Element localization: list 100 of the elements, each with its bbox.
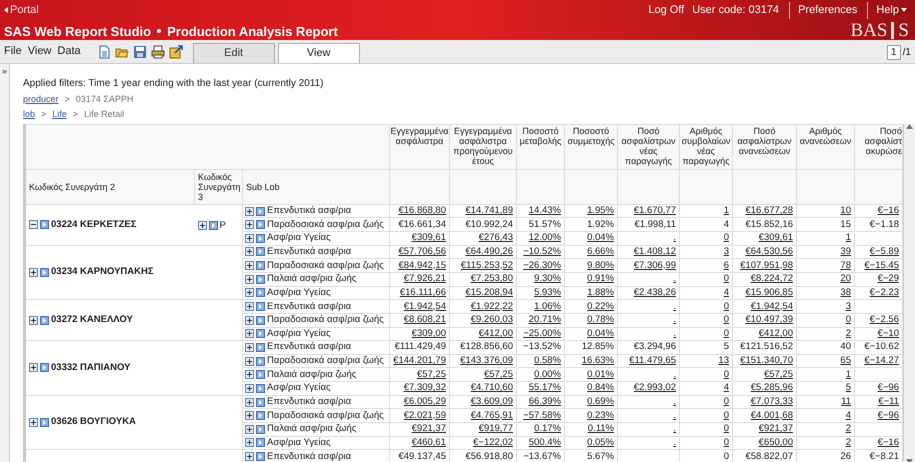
table-cell[interactable]: 6	[724, 260, 729, 271]
menu-item[interactable]: File	[4, 43, 22, 60]
expand-icon[interactable]	[245, 452, 254, 462]
new-document-icon[interactable]	[96, 44, 111, 58]
expand-icon[interactable]	[29, 363, 38, 372]
drill-icon[interactable]	[208, 221, 218, 230]
export-icon[interactable]	[168, 44, 183, 58]
expand-icon[interactable]	[245, 370, 254, 380]
table-cell[interactable]: 0	[724, 314, 729, 326]
table-cell[interactable]: 65	[840, 355, 851, 366]
table-cell[interactable]: 2	[846, 328, 851, 339]
expand-icon[interactable]	[245, 438, 254, 448]
preferences-link[interactable]: Preferences	[789, 2, 862, 18]
breadcrumb-link[interactable]: lob	[23, 108, 36, 122]
drill-icon[interactable]	[256, 261, 265, 270]
tab[interactable]: View	[278, 43, 360, 63]
drill-icon[interactable]	[256, 206, 265, 216]
expand-icon[interactable]	[245, 206, 254, 216]
table-cell[interactable]: 10	[840, 205, 851, 216]
drill-icon[interactable]	[256, 411, 265, 420]
table-cell[interactable]: .	[673, 423, 676, 434]
expand-icon[interactable]	[245, 411, 254, 420]
drill-icon[interactable]	[256, 247, 265, 256]
table-cell[interactable]: .	[673, 396, 676, 408]
table-cell[interactable]: 2	[846, 423, 851, 434]
expand-icon[interactable]	[29, 418, 38, 427]
drill-icon[interactable]	[256, 398, 265, 407]
menu-item[interactable]: Data	[57, 43, 81, 60]
table-cell[interactable]: 4	[724, 382, 729, 394]
table-cell[interactable]: 0	[724, 232, 729, 244]
drill-icon[interactable]	[256, 288, 265, 298]
table-cell[interactable]: 13	[718, 355, 729, 366]
table-cell[interactable]: .	[673, 314, 676, 326]
expand-icon[interactable]	[245, 234, 254, 243]
expand-icon[interactable]	[245, 398, 254, 407]
drill-icon[interactable]	[256, 220, 265, 230]
portal-link[interactable]: Portal	[4, 2, 338, 18]
table-cell[interactable]: 0	[724, 328, 729, 339]
table-cell[interactable]: 20	[840, 273, 851, 284]
drill-icon[interactable]	[256, 316, 265, 325]
table-cell[interactable]: 38	[840, 286, 851, 298]
drill-icon[interactable]	[256, 356, 265, 366]
expand-icon[interactable]	[245, 274, 254, 284]
drill-icon[interactable]	[40, 316, 49, 325]
table-cell[interactable]: 0	[846, 314, 851, 326]
table-cell[interactable]: 1	[846, 368, 851, 380]
scroll-up-icon[interactable]	[906, 124, 913, 129]
table-cell[interactable]: 4	[724, 286, 729, 298]
expand-icon[interactable]	[29, 316, 38, 325]
drill-icon[interactable]	[256, 274, 265, 284]
menu-item[interactable]: View	[28, 43, 52, 60]
drill-icon[interactable]	[40, 268, 49, 277]
drill-icon[interactable]	[256, 452, 265, 462]
expand-icon[interactable]	[245, 261, 254, 270]
table-cell[interactable]: .	[673, 232, 676, 244]
expand-icon[interactable]	[245, 342, 254, 352]
expand-icon[interactable]	[245, 247, 254, 256]
table-cell[interactable]: 1	[846, 232, 851, 244]
table-cell[interactable]: 0	[724, 410, 729, 421]
table-cell[interactable]: .	[673, 328, 676, 339]
table-cell[interactable]: 0	[724, 423, 729, 434]
expand-icon[interactable]	[198, 221, 206, 230]
breadcrumb-link[interactable]: Life	[52, 108, 67, 122]
drill-icon[interactable]	[256, 424, 265, 434]
table-cell[interactable]: 0	[724, 436, 729, 448]
expand-icon[interactable]	[245, 288, 254, 298]
drill-icon[interactable]	[40, 418, 49, 427]
expand-icon[interactable]	[245, 424, 254, 434]
page-number-field[interactable]: 1	[886, 45, 901, 60]
drill-icon[interactable]	[256, 302, 265, 312]
drill-icon[interactable]	[40, 363, 49, 372]
table-cell[interactable]: .	[673, 300, 676, 312]
drill-icon[interactable]	[256, 329, 265, 338]
table-cell[interactable]: .	[673, 273, 676, 284]
table-cell[interactable]: 0	[724, 300, 729, 312]
help-menu[interactable]: Help	[867, 2, 911, 18]
expand-icon[interactable]	[245, 356, 254, 366]
table-cell[interactable]: .	[673, 410, 676, 421]
expand-icon[interactable]	[245, 316, 254, 325]
save-icon[interactable]	[132, 44, 147, 58]
table-cell[interactable]: .	[673, 436, 676, 448]
drill-icon[interactable]	[256, 384, 265, 393]
drill-icon[interactable]	[256, 370, 265, 380]
expand-icon[interactable]	[245, 220, 254, 230]
left-caret-icon[interactable]	[4, 7, 8, 14]
table-cell[interactable]: .	[673, 368, 676, 380]
caret-icon[interactable]	[901, 8, 907, 12]
breadcrumb-link[interactable]: producer	[23, 92, 59, 106]
table-cell[interactable]: 39	[840, 246, 851, 257]
expand-panel-button[interactable]: »	[2, 65, 7, 77]
log-off-link[interactable]: Log Off	[644, 2, 688, 18]
scrollbar[interactable]	[903, 124, 915, 462]
drill-icon[interactable]	[256, 234, 265, 243]
expand-icon[interactable]	[245, 329, 254, 338]
tab[interactable]: Edit	[192, 43, 275, 63]
drill-icon[interactable]	[256, 438, 265, 448]
table-cell[interactable]: 11	[841, 396, 851, 408]
table-cell[interactable]: 0	[724, 396, 729, 408]
table-cell[interactable]: 1	[724, 205, 729, 216]
expand-icon[interactable]	[245, 384, 254, 393]
